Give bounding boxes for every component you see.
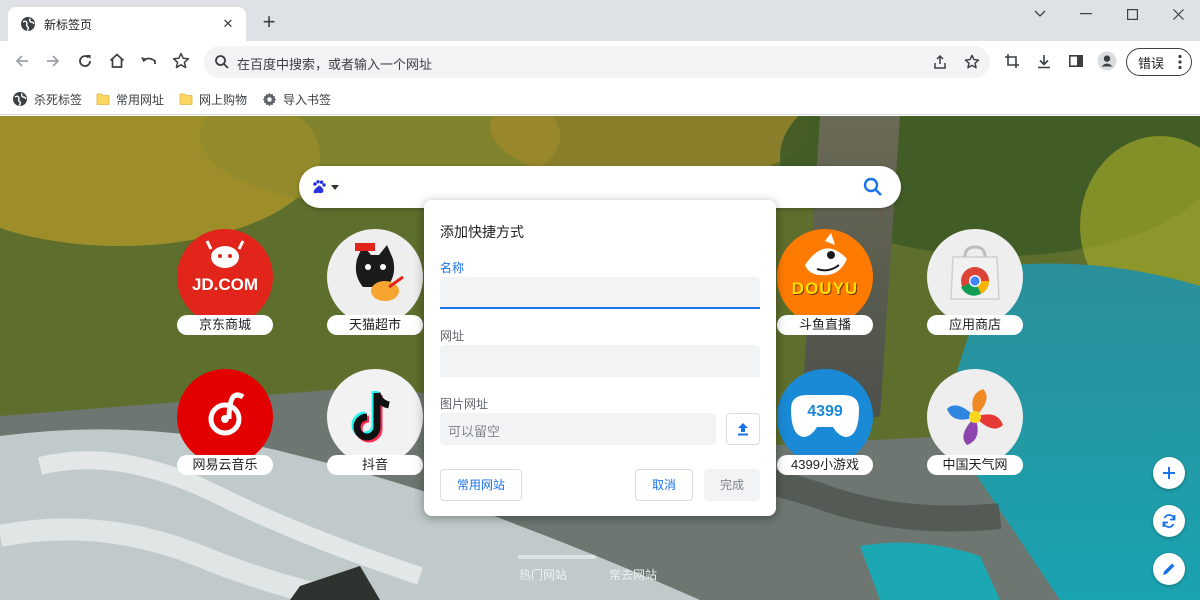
arrow-right-icon bbox=[47, 55, 60, 67]
shortcut-label: 中国天气网 bbox=[927, 455, 1023, 475]
tab-search-icon[interactable] bbox=[1017, 0, 1063, 28]
4399-logo-text: 4399 bbox=[807, 403, 843, 420]
bookmark-folder-shopping[interactable]: 网上购物 bbox=[179, 89, 247, 109]
chevron-down-icon[interactable] bbox=[331, 185, 339, 190]
forward-button[interactable] bbox=[39, 47, 67, 75]
home-button[interactable] bbox=[103, 47, 131, 75]
bookmark-label: 网上购物 bbox=[199, 92, 248, 107]
pencil-icon bbox=[1163, 563, 1175, 575]
jd-logo-text: JD.COM bbox=[191, 275, 259, 294]
gear-icon bbox=[262, 92, 277, 106]
douyu-logo-text: DOUYU bbox=[791, 279, 859, 298]
folder-icon bbox=[179, 93, 193, 105]
download-button[interactable] bbox=[1030, 47, 1058, 75]
reload-icon bbox=[79, 55, 91, 67]
tab-strip: 新标签页 ✕ + bbox=[0, 0, 1200, 41]
url-label: 网址 bbox=[440, 329, 465, 343]
avatar-icon bbox=[1097, 51, 1117, 71]
folder-icon bbox=[96, 93, 110, 105]
new-tab-button[interactable]: + bbox=[258, 11, 280, 34]
refresh-wallpaper-button[interactable] bbox=[1153, 505, 1185, 537]
reload-button[interactable] bbox=[71, 47, 99, 75]
cancel-button[interactable]: 取消 bbox=[635, 469, 693, 501]
tab-new-tab[interactable]: 新标签页 ✕ bbox=[8, 7, 246, 41]
bookmarks-bar: 杀死标签 常用网址 网上购物 导入书签 bbox=[0, 83, 1200, 115]
profile-button[interactable] bbox=[1093, 47, 1121, 75]
star-icon bbox=[172, 52, 190, 69]
globe-icon bbox=[21, 17, 35, 32]
share-icon[interactable] bbox=[930, 52, 950, 72]
tab-hot-sites[interactable]: 热门网站 bbox=[519, 566, 567, 583]
error-label: 错误 bbox=[1138, 55, 1165, 71]
add-shortcut-dialog: 添加快捷方式 名称 网址 图片网址 可以留空 常用网站 取消 完成 bbox=[424, 200, 776, 516]
shortcut-label: 抖音 bbox=[327, 455, 423, 475]
name-label: 名称 bbox=[440, 261, 465, 275]
4399-gamepad-icon: 4399 bbox=[777, 369, 873, 465]
globe-icon bbox=[13, 92, 27, 107]
jd-logo: JD.COM bbox=[177, 229, 273, 325]
shortcut-label: 网易云音乐 bbox=[177, 455, 273, 475]
error-menu-button[interactable]: 错误 bbox=[1126, 48, 1192, 76]
toolbar: 在百度中搜索，或者输入一个网址 错误 bbox=[0, 41, 1200, 83]
back-button[interactable] bbox=[8, 47, 36, 75]
baidu-paw-icon[interactable] bbox=[311, 179, 327, 195]
maximize-button[interactable] bbox=[1109, 0, 1155, 28]
done-button[interactable]: 完成 bbox=[704, 469, 760, 501]
star-bookmark-icon[interactable] bbox=[962, 52, 982, 72]
crop-button[interactable] bbox=[998, 47, 1026, 75]
upload-icon bbox=[738, 423, 748, 436]
arrow-left-icon bbox=[15, 55, 28, 67]
weather-pinwheel-icon bbox=[927, 369, 1023, 465]
shortcut-label: 天猫超市 bbox=[327, 315, 423, 335]
undo-icon bbox=[141, 57, 156, 64]
customize-button[interactable] bbox=[1153, 553, 1185, 585]
bookmark-label: 杀死标签 bbox=[34, 92, 83, 107]
search-icon bbox=[215, 55, 229, 69]
bookmark-import[interactable]: 导入书签 bbox=[262, 89, 331, 109]
plus-icon bbox=[1163, 467, 1175, 479]
omnibox[interactable]: 在百度中搜索，或者输入一个网址 bbox=[204, 46, 990, 78]
common-sites-button[interactable]: 常用网站 bbox=[440, 469, 522, 501]
shortcut-label: 斗鱼直播 bbox=[777, 315, 873, 335]
chrome-web-store-icon bbox=[927, 229, 1023, 325]
minimize-button[interactable] bbox=[1063, 0, 1109, 28]
shortcut-label: 京东商城 bbox=[177, 315, 273, 335]
bookmark-label: 常用网址 bbox=[116, 92, 165, 107]
side-panel-icon bbox=[1068, 54, 1083, 67]
image-url-input[interactable]: 可以留空 bbox=[440, 413, 716, 445]
tab-frequent-sites[interactable]: 常去网站 bbox=[609, 566, 657, 583]
close-window-button[interactable] bbox=[1155, 0, 1200, 28]
image-url-label: 图片网址 bbox=[440, 397, 489, 411]
douyu-logo: DOUYU bbox=[777, 229, 873, 325]
add-shortcut-button[interactable] bbox=[1153, 457, 1185, 489]
dialog-title: 添加快捷方式 bbox=[440, 224, 524, 240]
undo-button[interactable] bbox=[135, 47, 163, 75]
bookmark-kill-tabs[interactable]: 杀死标签 bbox=[12, 89, 82, 109]
upload-image-button[interactable] bbox=[726, 413, 760, 445]
shortcut-label: 应用商店 bbox=[927, 315, 1023, 335]
tab-title: 新标签页 bbox=[44, 17, 93, 32]
more-vert-icon bbox=[1178, 54, 1182, 70]
home-icon bbox=[109, 53, 125, 68]
crop-icon bbox=[1005, 54, 1019, 68]
side-panel-button[interactable] bbox=[1062, 47, 1090, 75]
refresh-icon bbox=[1162, 514, 1176, 528]
download-icon bbox=[1038, 55, 1050, 69]
bookmark-star-button[interactable] bbox=[167, 47, 195, 75]
netease-music-icon bbox=[177, 369, 273, 465]
url-input[interactable] bbox=[440, 345, 760, 377]
search-icon[interactable] bbox=[863, 177, 883, 197]
bookmark-folder-common[interactable]: 常用网址 bbox=[96, 89, 164, 109]
omnibox-placeholder: 在百度中搜索，或者输入一个网址 bbox=[237, 57, 433, 72]
active-tab-indicator bbox=[518, 555, 596, 559]
tab-close-icon[interactable]: ✕ bbox=[220, 16, 236, 32]
tiktok-note-icon bbox=[327, 369, 423, 465]
shortcut-label: 4399小游戏 bbox=[777, 455, 873, 475]
name-input[interactable] bbox=[440, 277, 760, 309]
bookmark-label: 导入书签 bbox=[283, 92, 332, 107]
tmall-cat-icon bbox=[327, 229, 423, 325]
